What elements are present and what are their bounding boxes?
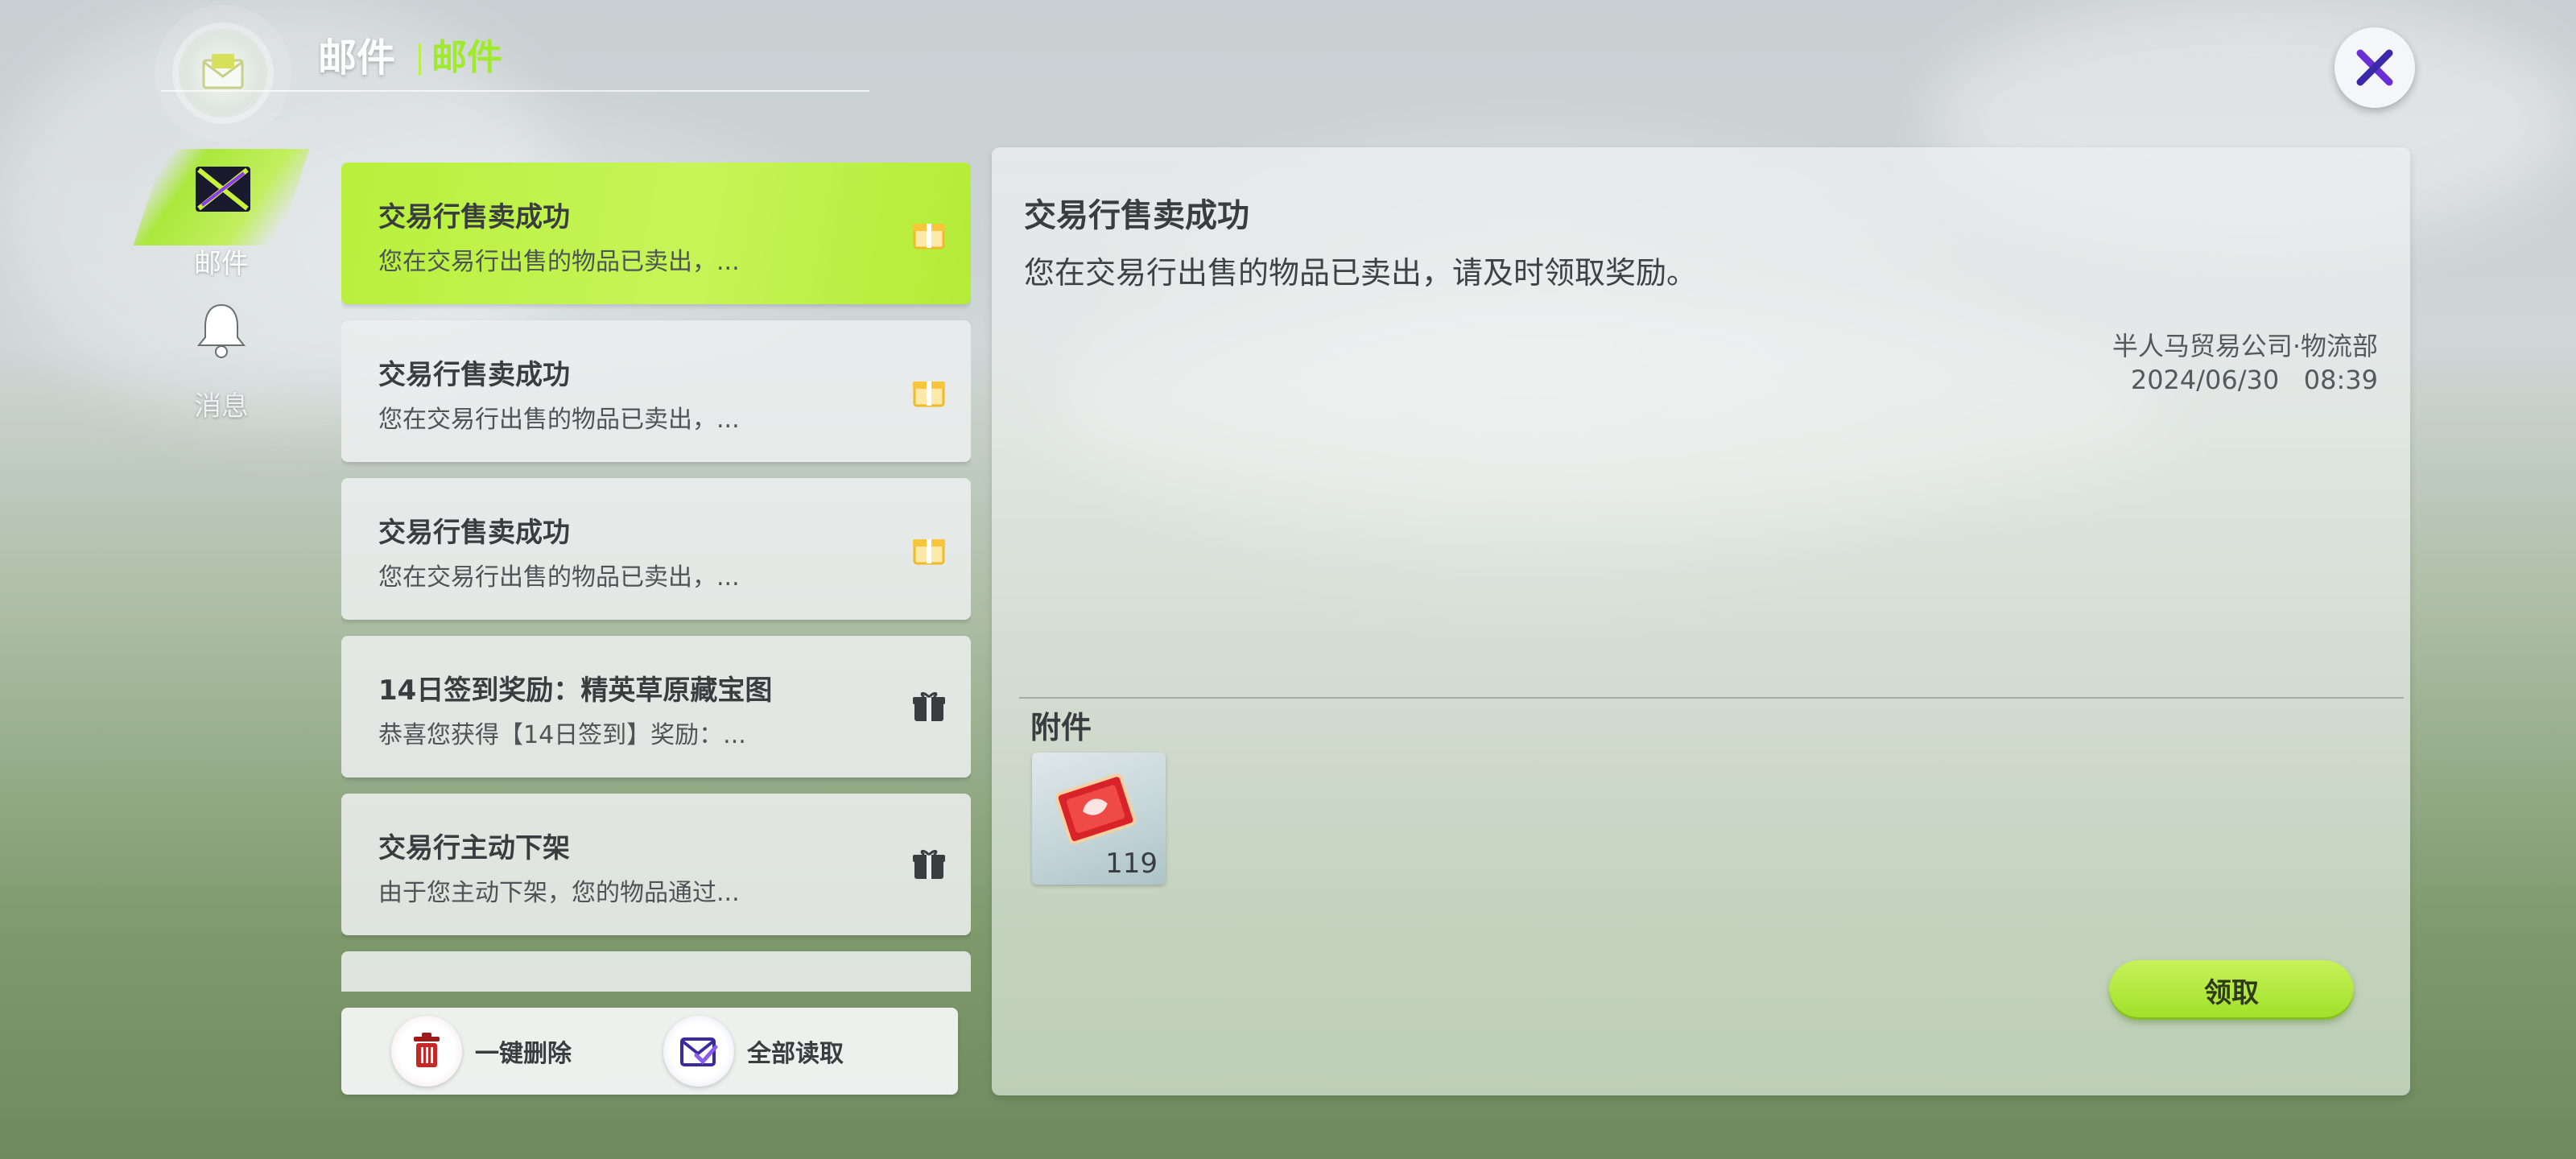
sidebar-item-mail[interactable]: 邮件 bbox=[133, 149, 310, 286]
sidebar-item-label: 邮件 bbox=[194, 248, 249, 280]
mail-date: 2024/06/30 08:39 bbox=[2130, 365, 2378, 395]
detail-divider bbox=[1019, 697, 2404, 699]
page-subtitle: 邮件 bbox=[431, 37, 502, 78]
mail-list-item[interactable]: 交易行主动下架 由于您主动下架，您的物品通过... bbox=[341, 794, 971, 935]
mail-preview: 由于您主动下架，您的物品通过... bbox=[378, 879, 740, 907]
gift-icon bbox=[913, 539, 945, 565]
close-icon bbox=[2356, 49, 2393, 86]
delete-all-label: 一键删除 bbox=[475, 1040, 572, 1068]
gift-icon bbox=[913, 691, 945, 721]
mail-preview: 恭喜您获得【14日签到】奖励：... bbox=[378, 721, 746, 749]
page-title: 邮件 bbox=[318, 35, 396, 80]
read-all-label: 全部读取 bbox=[747, 1040, 844, 1068]
attachment-item[interactable]: 119 bbox=[1032, 753, 1166, 885]
mail-list-item[interactable]: 交易行售卖成功 您在交易行出售的物品已卖出，... bbox=[341, 320, 971, 462]
mail-list-item[interactable]: 交易行售卖成功 您在交易行出售的物品已卖出，... bbox=[341, 163, 971, 304]
mail-detail-panel: 交易行售卖成功 您在交易行出售的物品已卖出，请及时领取奖励。 半人马贸易公司·物… bbox=[992, 147, 2410, 1095]
mail-title: 交易行售卖成功 bbox=[378, 201, 570, 233]
gift-icon bbox=[913, 224, 945, 250]
bell-icon bbox=[196, 303, 246, 358]
close-button[interactable] bbox=[2334, 27, 2415, 108]
sidebar-item-messages[interactable]: 消息 bbox=[149, 302, 294, 423]
mail-detail-body: 您在交易行出售的物品已卖出，请及时领取奖励。 bbox=[1024, 255, 1698, 291]
mail-list-item[interactable]: 交易行售卖成功 您在交易行出售的物品已卖出，... bbox=[341, 478, 971, 620]
gift-icon bbox=[913, 382, 945, 407]
mail-list-item[interactable]: 14日签到奖励：精英草原藏宝图 恭喜您获得【14日签到】奖励：... bbox=[341, 636, 971, 777]
mail-title: 14日签到奖励：精英草原藏宝图 bbox=[378, 674, 773, 707]
mail-title: 交易行售卖成功 bbox=[378, 359, 570, 391]
mail-title: 交易行售卖成功 bbox=[378, 517, 570, 549]
gift-icon bbox=[913, 849, 945, 879]
mail-sender: 半人马贸易公司·物流部 bbox=[2112, 331, 2378, 361]
header-separator bbox=[419, 43, 421, 76]
mail-emblem-icon bbox=[179, 29, 267, 118]
mail-preview: 您在交易行出售的物品已卖出，... bbox=[378, 563, 740, 592]
read-all-icon bbox=[663, 1016, 734, 1087]
claim-button[interactable]: 领取 bbox=[2109, 960, 2354, 1020]
delete-all-button[interactable]: 一键删除 bbox=[391, 1008, 572, 1095]
attachment-count: 119 bbox=[1105, 848, 1158, 880]
header-divider bbox=[161, 90, 869, 92]
mail-tab-icon bbox=[196, 167, 250, 212]
mail-preview: 您在交易行出售的物品已卖出，... bbox=[378, 406, 740, 434]
trash-icon bbox=[391, 1016, 462, 1087]
mail-detail-title: 交易行售卖成功 bbox=[1024, 197, 1249, 234]
sidebar-item-label: 消息 bbox=[194, 390, 249, 423]
mail-action-bar: 一键删除 全部读取 bbox=[341, 1008, 958, 1095]
mail-preview: 您在交易行出售的物品已卖出，... bbox=[378, 248, 740, 276]
attachments-label: 附件 bbox=[1030, 710, 1092, 745]
red-ticket-item-icon bbox=[1055, 773, 1137, 844]
mail-list-item-partial[interactable] bbox=[341, 951, 971, 992]
mail-list[interactable]: 交易行售卖成功 您在交易行出售的物品已卖出，... 交易行售卖成功 您在交易行出… bbox=[341, 163, 971, 992]
read-all-button[interactable]: 全部读取 bbox=[663, 1008, 844, 1095]
mail-title: 交易行主动下架 bbox=[378, 832, 570, 864]
